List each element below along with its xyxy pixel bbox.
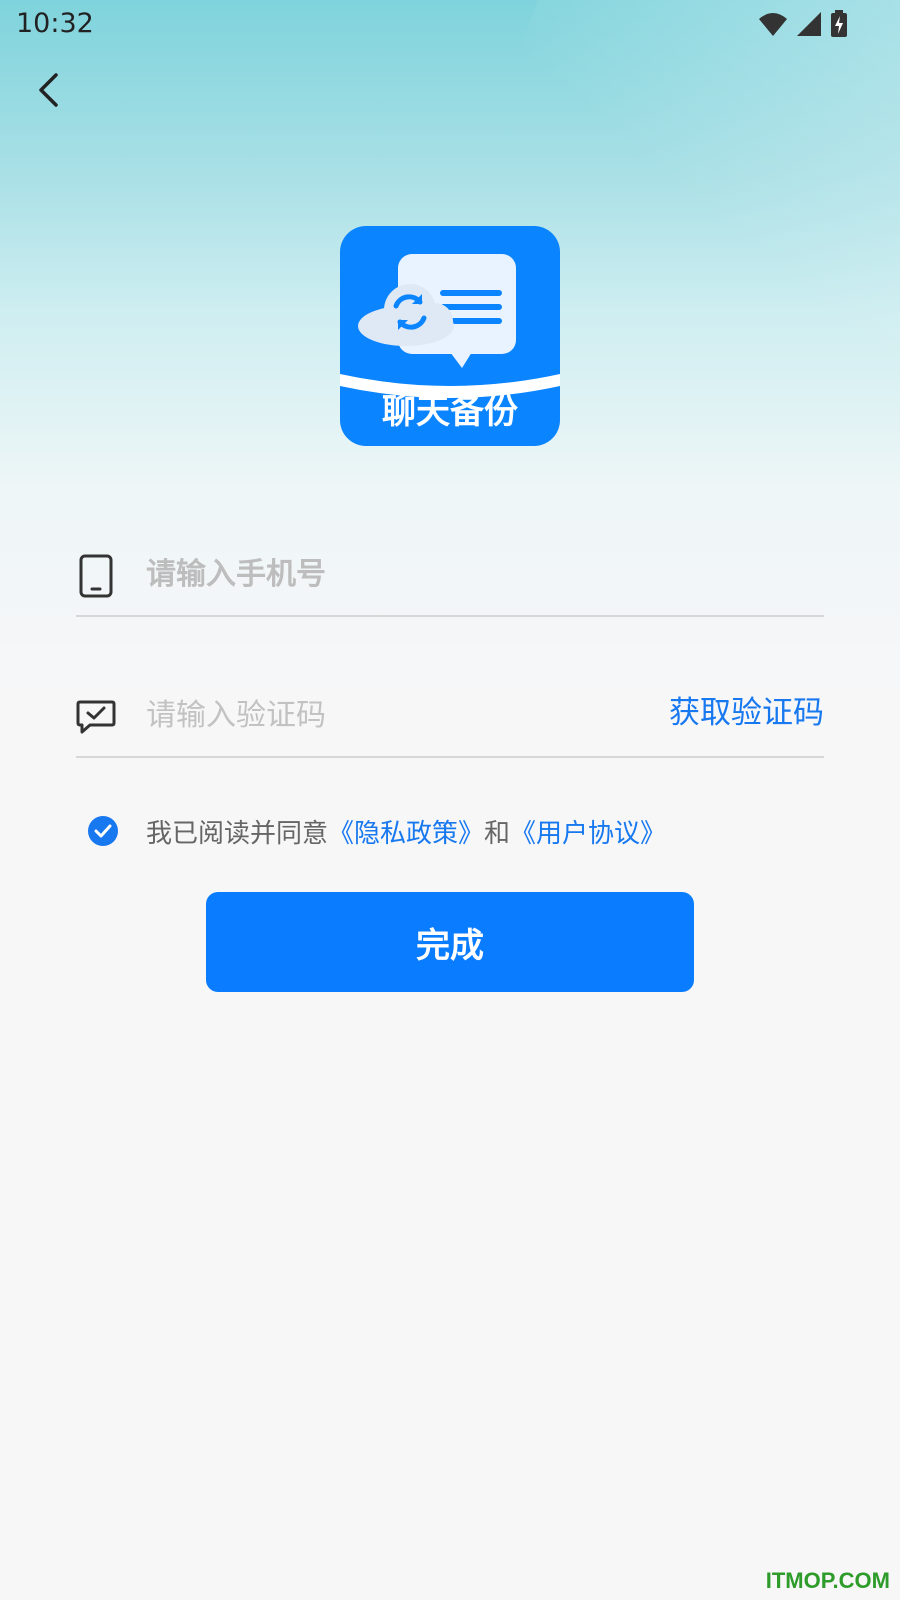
phone-input[interactable] [144,545,628,603]
get-code-button[interactable]: 获取验证码 [669,688,824,738]
agreement-prefix: 我已阅读并同意 [146,818,329,849]
battery-charging-icon [830,10,848,42]
logo-label: 聊天备份 [382,392,518,432]
submit-button[interactable]: 完成 [206,892,694,992]
agreement-checkbox[interactable] [88,816,118,846]
agreement-row: 我已阅读并同意 《隐私政策》 和 《用户协议》 [88,808,666,854]
back-button[interactable] [24,68,72,116]
code-field: 获取验证码 [76,676,824,758]
wifi-icon [758,11,788,41]
user-agreement-link[interactable]: 《用户协议》 [510,813,666,850]
message-check-icon [76,694,116,740]
privacy-policy-link[interactable]: 《隐私政策》 [328,813,484,850]
cell-signal-icon [796,11,822,41]
phone-field [76,535,824,617]
status-icons [758,10,848,42]
chevron-left-icon [36,72,60,112]
phone-icon [76,553,116,599]
status-time: 10:32 [16,8,94,39]
verification-code-input[interactable] [144,686,628,744]
watermark: ITMOP.COM [765,1568,890,1593]
agreement-conjunction: 和 [484,818,511,849]
status-bar: 10:32 [0,0,900,48]
check-icon [94,824,112,838]
app-logo: 聊天备份 [340,226,560,446]
